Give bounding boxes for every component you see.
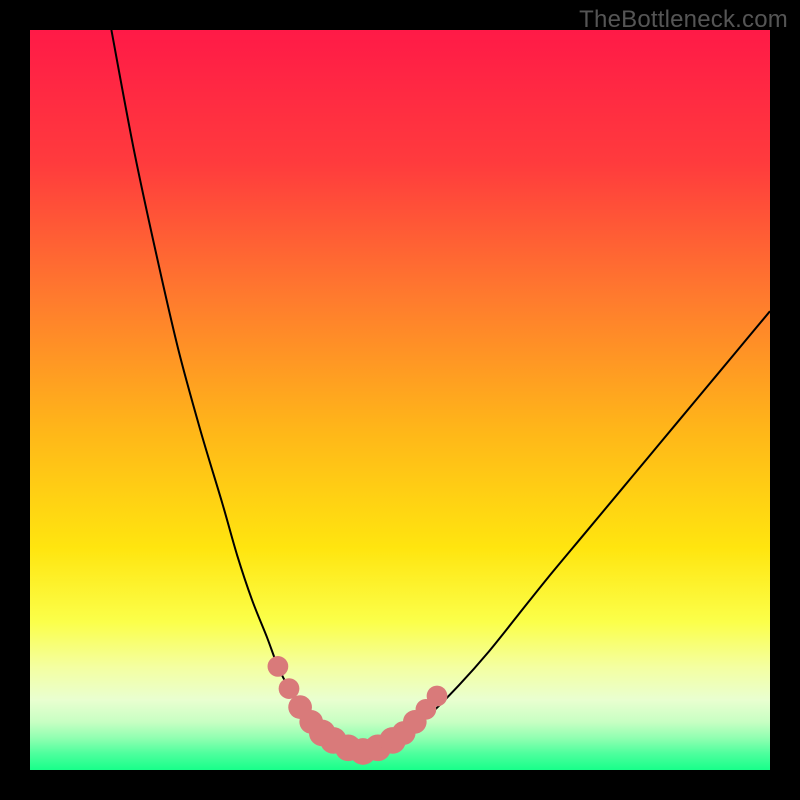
gradient-background (30, 30, 770, 770)
chart-plot (30, 30, 770, 770)
chart-svg (30, 30, 770, 770)
curve-marker (427, 686, 448, 707)
chart-frame: TheBottleneck.com (0, 0, 800, 800)
curve-marker (268, 656, 289, 677)
curve-marker (279, 678, 300, 699)
